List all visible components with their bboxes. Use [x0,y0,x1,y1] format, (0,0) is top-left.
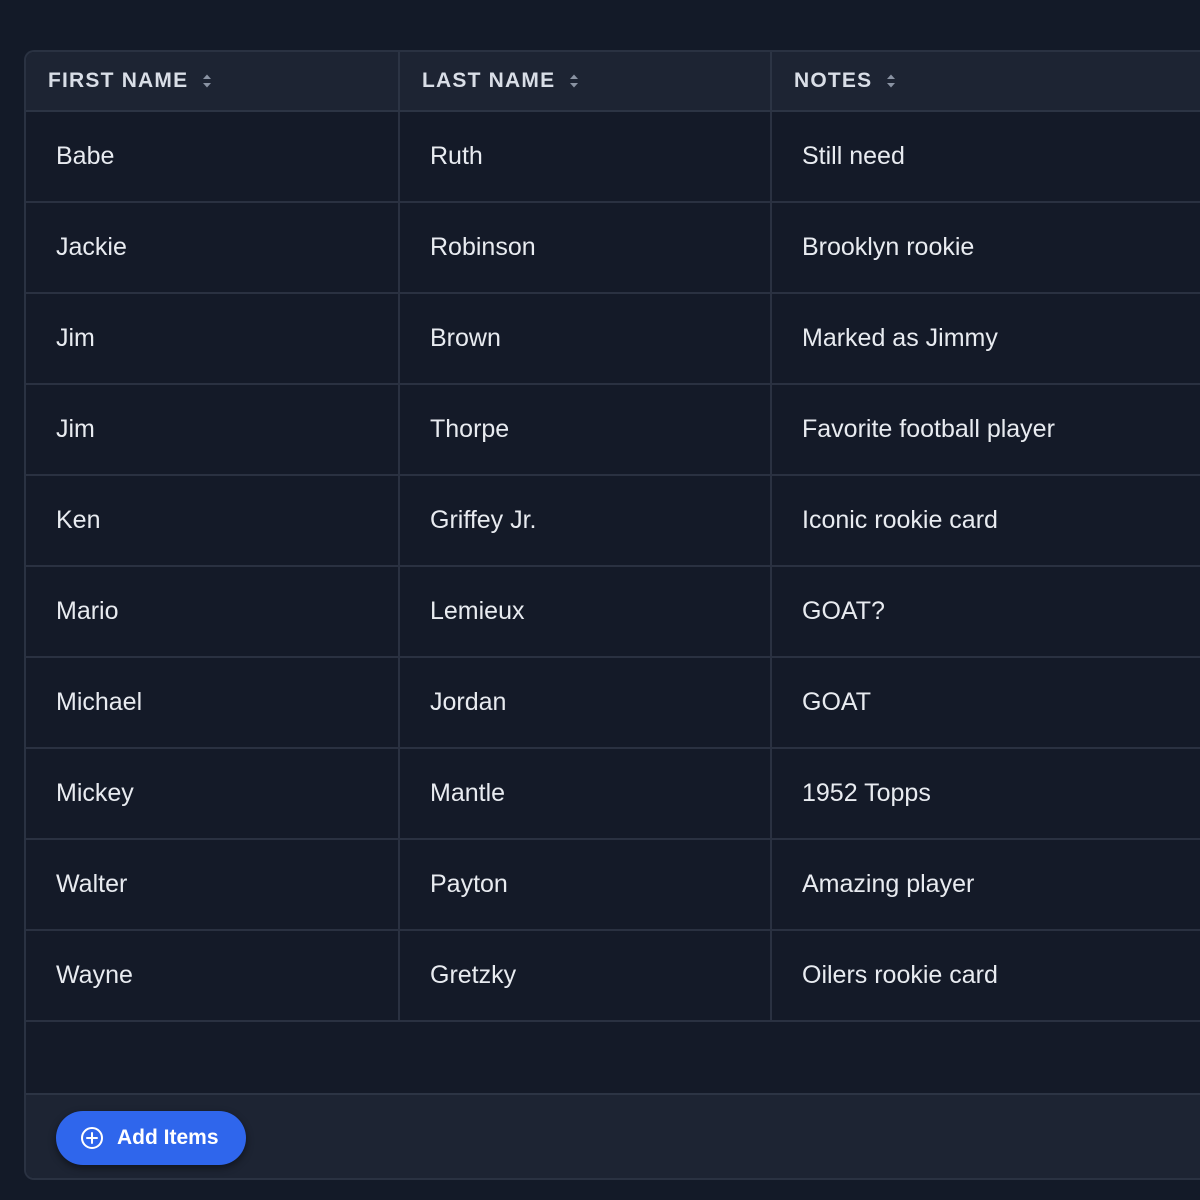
cell-last-name[interactable]: Robinson [398,203,770,292]
cell-last-name[interactable]: Mantle [398,749,770,838]
cell-first-name[interactable]: Jackie [26,203,398,292]
table-row[interactable]: Jackie Robinson Brooklyn rookie [26,203,1200,294]
cell-first-name[interactable]: Mario [26,567,398,656]
data-table-panel: FIRST NAME LAST NAME NOTES Babe Ruth Sti… [24,50,1200,1180]
cell-last-name[interactable]: Lemieux [398,567,770,656]
table-header: FIRST NAME LAST NAME NOTES [26,52,1200,112]
table-footer: Add Items [26,1093,1200,1178]
cell-last-name[interactable]: Payton [398,840,770,929]
column-header-label: LAST NAME [422,69,556,92]
cell-first-name[interactable]: Wayne [26,931,398,1020]
column-header-label: NOTES [794,69,873,92]
plus-circle-icon [80,1126,104,1150]
sort-icon[interactable] [569,73,579,89]
table-row[interactable]: Wayne Gretzky Oilers rookie card [26,931,1200,1022]
table-row[interactable]: Jim Thorpe Favorite football player [26,385,1200,476]
cell-last-name[interactable]: Thorpe [398,385,770,474]
sort-icon[interactable] [202,73,212,89]
column-header-first-name[interactable]: FIRST NAME [26,52,398,110]
column-header-last-name[interactable]: LAST NAME [398,52,770,110]
cell-notes[interactable]: Iconic rookie card [770,476,1200,565]
cell-first-name[interactable]: Jim [26,294,398,383]
cell-first-name[interactable]: Mickey [26,749,398,838]
cell-last-name[interactable]: Gretzky [398,931,770,1020]
cell-last-name[interactable]: Ruth [398,112,770,201]
cell-notes[interactable]: Marked as Jimmy [770,294,1200,383]
cell-last-name[interactable]: Jordan [398,658,770,747]
cell-first-name[interactable]: Ken [26,476,398,565]
add-items-label: Add Items [117,1126,219,1149]
cell-first-name[interactable]: Babe [26,112,398,201]
cell-notes[interactable]: GOAT? [770,567,1200,656]
cell-notes[interactable]: Brooklyn rookie [770,203,1200,292]
table-row[interactable]: Jim Brown Marked as Jimmy [26,294,1200,385]
cell-notes[interactable]: Amazing player [770,840,1200,929]
cell-notes[interactable]: Still need [770,112,1200,201]
table-row[interactable]: Michael Jordan GOAT [26,658,1200,749]
cell-notes[interactable]: 1952 Topps [770,749,1200,838]
column-header-label: FIRST NAME [48,69,189,92]
cell-last-name[interactable]: Brown [398,294,770,383]
table-row[interactable]: Ken Griffey Jr. Iconic rookie card [26,476,1200,567]
cell-notes[interactable]: Oilers rookie card [770,931,1200,1020]
table-row[interactable]: Mickey Mantle 1952 Topps [26,749,1200,840]
cell-first-name[interactable]: Michael [26,658,398,747]
sort-icon[interactable] [886,73,896,89]
table-row[interactable]: Babe Ruth Still need [26,112,1200,203]
cell-last-name[interactable]: Griffey Jr. [398,476,770,565]
cell-first-name[interactable]: Walter [26,840,398,929]
cell-notes[interactable]: Favorite football player [770,385,1200,474]
cell-first-name[interactable]: Jim [26,385,398,474]
table-row[interactable]: Mario Lemieux GOAT? [26,567,1200,658]
column-header-notes[interactable]: NOTES [770,52,1200,110]
table-row[interactable]: Walter Payton Amazing player [26,840,1200,931]
add-items-button[interactable]: Add Items [56,1111,246,1165]
cell-notes[interactable]: GOAT [770,658,1200,747]
